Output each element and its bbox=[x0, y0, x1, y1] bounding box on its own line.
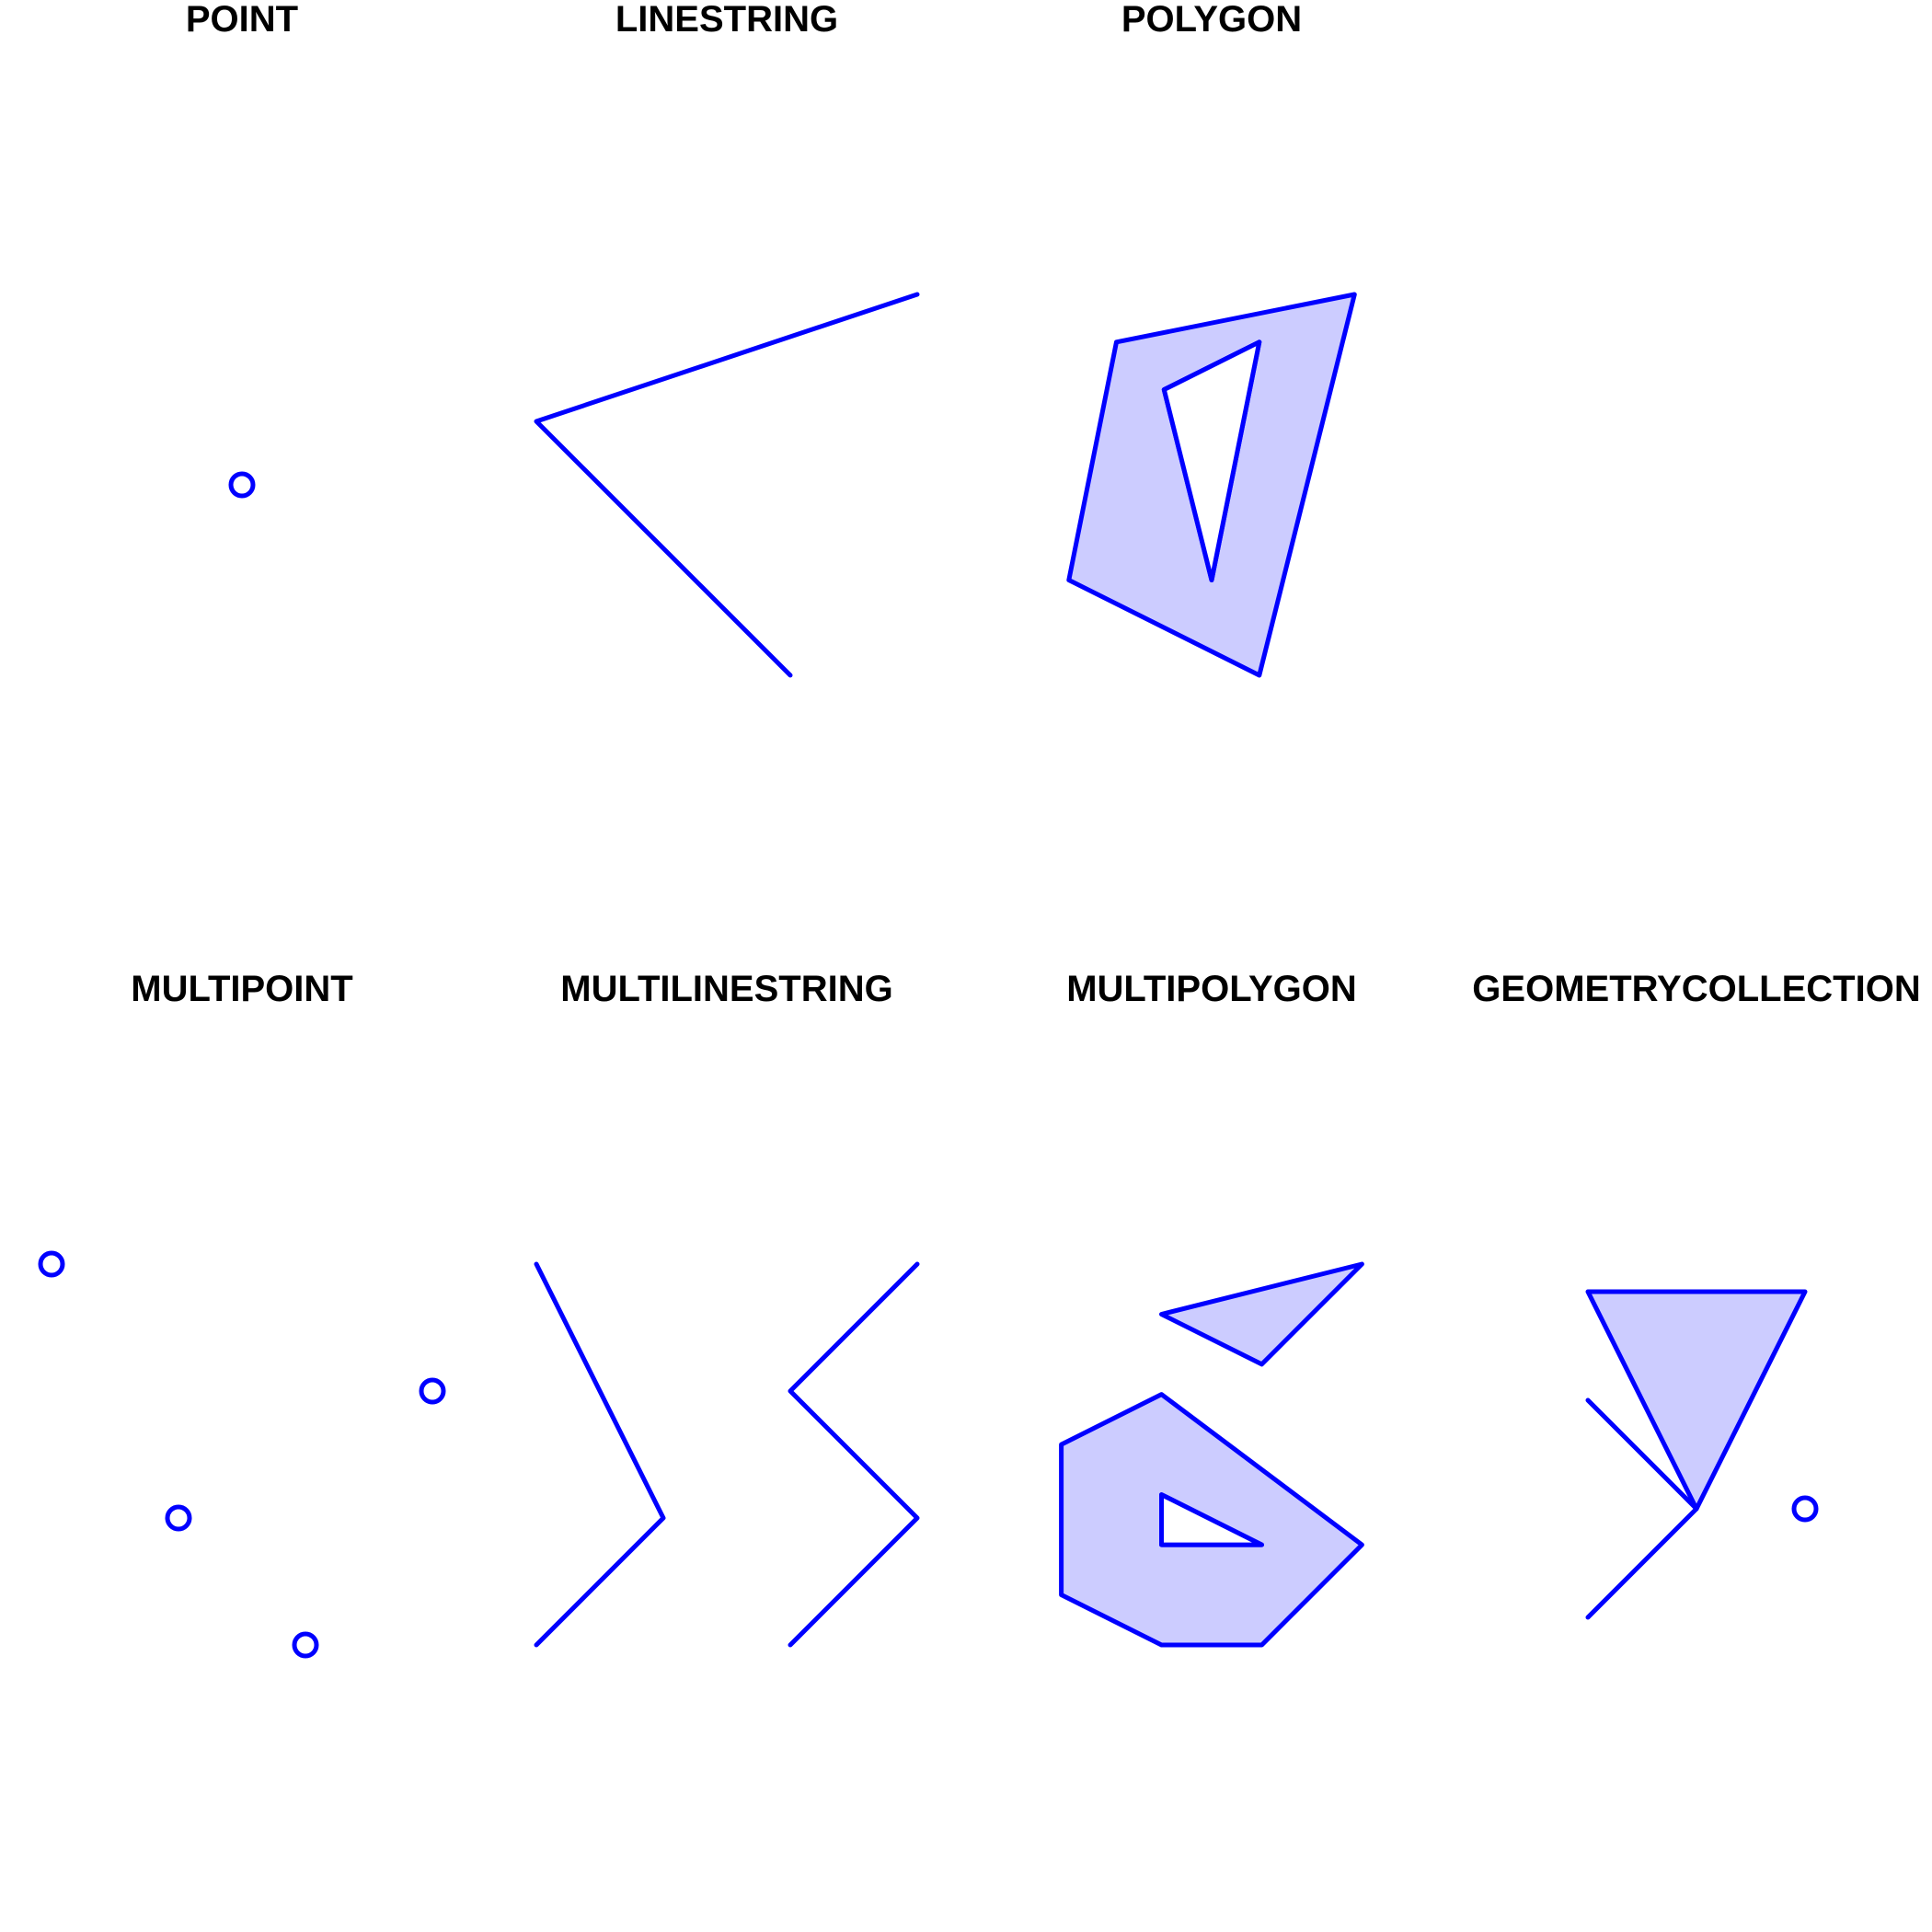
multipoint-point-marker bbox=[419, 1377, 446, 1405]
geometrycollection-point-marker bbox=[1791, 1495, 1819, 1523]
multipolygon-polygon-0 bbox=[1159, 1261, 1364, 1367]
linestring-line-0 bbox=[534, 292, 920, 678]
panel-title-linestring: LINESTRING bbox=[615, 0, 838, 40]
panel-multipoint bbox=[38, 1250, 446, 1659]
panel-title-polygon: POLYGON bbox=[1121, 0, 1302, 40]
panel-polygon bbox=[1066, 292, 1357, 678]
panel-title-geometrycollection: GEOMETRYCOLLECTION bbox=[1472, 969, 1920, 1009]
panel-multilinestring bbox=[534, 1261, 920, 1648]
point-point-marker bbox=[228, 471, 256, 499]
geometry-types-diagram: POINT LINESTRING POLYGON MULTIPOINT MULT… bbox=[38, 0, 1921, 1659]
multipoint-point-marker bbox=[292, 1631, 319, 1659]
panel-multipolygon bbox=[1059, 1261, 1364, 1648]
multilinestring-line-1 bbox=[788, 1261, 920, 1648]
panel-geometrycollection bbox=[1585, 1289, 1819, 1620]
panel-point bbox=[228, 471, 256, 499]
geometrycollection-polygon-1 bbox=[1585, 1289, 1808, 1512]
multipoint-point-marker bbox=[165, 1504, 192, 1532]
panel-title-multipoint: MULTIPOINT bbox=[131, 969, 352, 1009]
multipoint-point-marker bbox=[38, 1250, 65, 1278]
panel-title-point: POINT bbox=[186, 0, 298, 40]
multilinestring-line-0 bbox=[534, 1261, 666, 1648]
panel-title-multilinestring: MULTILINESTRING bbox=[560, 969, 892, 1009]
panel-title-multipolygon: MULTIPOLYGON bbox=[1066, 969, 1357, 1009]
panel-linestring bbox=[534, 292, 920, 678]
